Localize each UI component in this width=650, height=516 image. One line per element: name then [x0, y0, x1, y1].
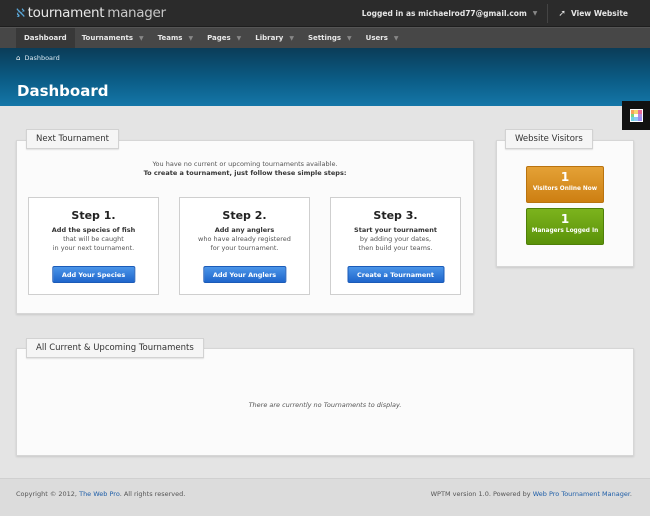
- visitors-online-count: 1: [560, 170, 570, 184]
- home-icon[interactable]: ⌂: [16, 54, 20, 62]
- all-tournaments-panel: There are currently no Tournaments to di…: [16, 348, 634, 456]
- breadcrumb: ⌂ Dashboard: [16, 54, 60, 62]
- user-menu[interactable]: Logged in as michaelrod77@gmail.com ▼: [352, 9, 548, 18]
- chevron-down-icon: ▼: [236, 34, 242, 42]
- breadcrumb-item[interactable]: Dashboard: [24, 54, 59, 62]
- website-visitors-panel: 1 Visitors Online Now 1 Managers Logged …: [496, 140, 634, 267]
- chevron-down-icon: ▼: [532, 10, 538, 17]
- empty-tournaments-message: There are currently no Tournaments to di…: [248, 401, 402, 409]
- step-title: Step 1.: [71, 209, 116, 222]
- add-species-button[interactable]: Add Your Species: [51, 266, 136, 283]
- product-link[interactable]: Web Pro Tournament Manager: [533, 490, 630, 498]
- intro-text: You have no current or upcoming tourname…: [17, 160, 473, 178]
- step-title: Step 3.: [373, 209, 418, 222]
- chevron-down-icon: ▼: [289, 34, 294, 42]
- managers-logged-in-label: Managers Logged In: [531, 228, 599, 234]
- step-title: Step 2.: [222, 209, 267, 222]
- view-website-link[interactable]: ➚ View Website: [548, 9, 650, 19]
- step-card-3: Step 3. Start your tournament by adding …: [330, 197, 461, 295]
- chevron-down-icon: ▼: [139, 34, 144, 42]
- add-anglers-button[interactable]: Add Your Anglers: [202, 266, 287, 283]
- main-nav: Dashboard Tournaments ▼ Teams ▼ Pages ▼ Library…: [0, 27, 650, 48]
- managers-logged-in-stat: 1 Managers Logged In: [526, 208, 604, 245]
- visitors-online-stat: 1 Visitors Online Now: [526, 166, 604, 203]
- copyright-suffix: . All rights reserved.: [119, 490, 186, 498]
- version-suffix: .: [629, 490, 632, 498]
- step-card-2: Step 2. Add any anglers who have already…: [179, 197, 310, 295]
- copyright-text: Copyright © 2012,: [16, 490, 78, 498]
- step-description: Add the species of fish that will be cau…: [51, 226, 136, 252]
- chevron-down-icon: ▼: [347, 34, 352, 42]
- logo-text-light: manager: [107, 5, 166, 21]
- next-tournament-panel: You have no current or upcoming tourname…: [16, 140, 474, 314]
- next-tournament-heading: Next Tournament: [26, 129, 120, 149]
- create-tournament-button[interactable]: Create a Tournament: [347, 266, 444, 283]
- nav-item-users[interactable]: Users ▼: [359, 28, 406, 48]
- no-tournaments-text: You have no current or upcoming tourname…: [152, 160, 338, 168]
- page-title: Dashboard: [17, 82, 109, 100]
- page-header: ⌂ Dashboard Dashboard: [0, 48, 650, 106]
- color-palette-icon: [629, 109, 643, 122]
- logo-text-bold: tournament: [27, 5, 105, 21]
- company-link[interactable]: The Web Pro: [79, 490, 120, 498]
- nav-item-label: Tournaments: [81, 34, 134, 42]
- chevron-down-icon: ▼: [188, 34, 194, 42]
- managers-logged-in-count: 1: [560, 212, 570, 226]
- nav-item-label: Pages: [207, 34, 231, 42]
- nav-item-library[interactable]: Library ▼: [248, 28, 301, 48]
- step-description: Start your tournament by adding your dat…: [354, 226, 437, 252]
- nav-item-tournaments[interactable]: Tournaments ▼: [75, 28, 151, 48]
- top-bar: ℵ tournament manager Logged in as michae…: [0, 0, 650, 27]
- fish-hook-icon: ℵ: [16, 6, 25, 20]
- chevron-down-icon: ▼: [393, 34, 399, 42]
- steps-instruction: To create a tournament, just follow thes…: [143, 169, 347, 177]
- version-text: WPTM version 1.0. Powered by: [430, 490, 531, 498]
- step-description: Add any anglers who have already registe…: [198, 226, 291, 252]
- user-area: Logged in as michaelrod77@gmail.com ▼ ➚ …: [352, 0, 650, 27]
- website-visitors-heading: Website Visitors: [505, 129, 593, 149]
- app-logo[interactable]: ℵ tournament manager: [16, 5, 166, 21]
- nav-item-settings[interactable]: Settings ▼: [301, 28, 359, 48]
- view-website-label: View Website: [570, 9, 628, 18]
- version-info: WPTM version 1.0. Powered by Web Pro Tou…: [431, 490, 632, 498]
- nav-list: Dashboard Tournaments ▼ Teams ▼ Pages ▼ Library…: [16, 28, 650, 48]
- nav-item-label: Users: [365, 34, 388, 42]
- style-switcher-button[interactable]: [622, 101, 650, 130]
- copyright: Copyright © 2012, The Web Pro. All right…: [16, 490, 185, 498]
- nav-item-teams[interactable]: Teams ▼: [151, 28, 200, 48]
- nav-item-label: Library: [255, 34, 284, 42]
- step-card-1: Step 1. Add the species of fish that wil…: [28, 197, 159, 295]
- nav-item-label: Settings: [307, 34, 342, 42]
- nav-item-label: Teams: [157, 34, 183, 42]
- nav-item-dashboard[interactable]: Dashboard: [16, 28, 75, 48]
- all-tournaments-heading: All Current & Upcoming Tournaments: [26, 338, 204, 358]
- nav-item-pages[interactable]: Pages ▼: [200, 28, 248, 48]
- footer: Copyright © 2012, The Web Pro. All right…: [0, 478, 650, 516]
- visitors-online-label: Visitors Online Now: [532, 186, 598, 192]
- external-link-icon: ➚: [558, 8, 566, 19]
- nav-item-label: Dashboard: [24, 34, 67, 42]
- logged-in-label: Logged in as michaelrod77@gmail.com: [361, 9, 527, 18]
